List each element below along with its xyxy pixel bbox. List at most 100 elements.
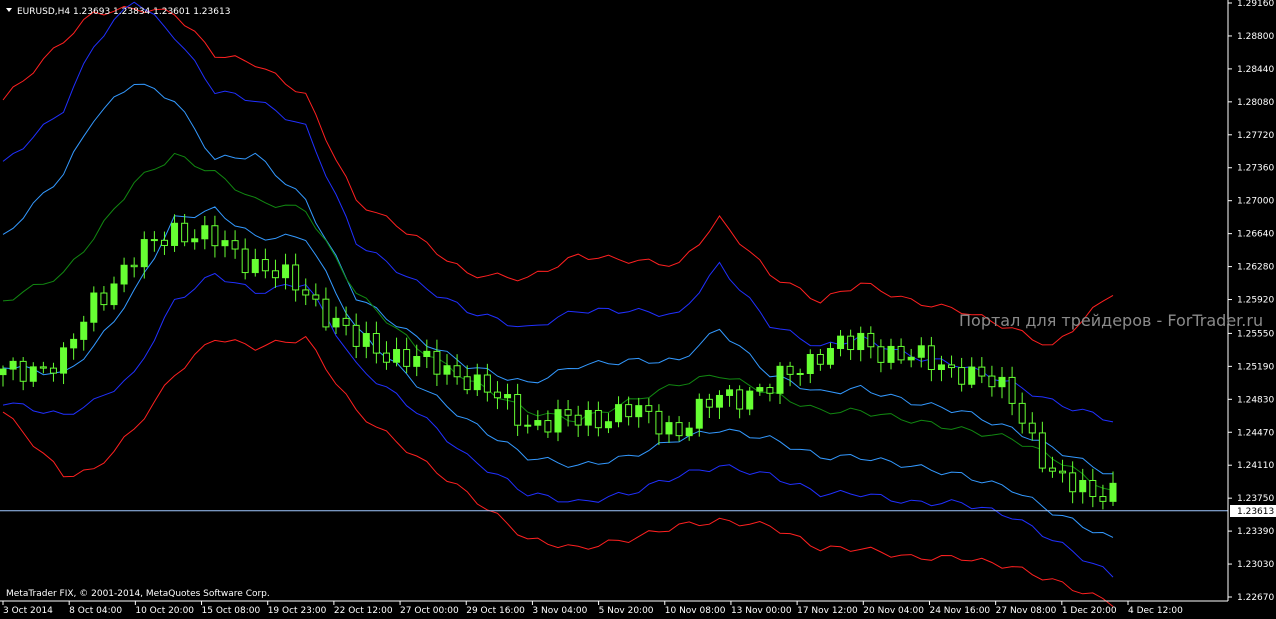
candle <box>271 259 279 288</box>
x-tick-label: 15 Oct 08:00 <box>202 606 261 616</box>
candle <box>847 329 855 360</box>
y-tick-label: 1.24830 <box>1237 395 1274 405</box>
candle <box>332 306 340 335</box>
candle-body <box>403 349 411 367</box>
candle-body <box>342 317 350 326</box>
candle <box>130 257 138 278</box>
candle <box>978 357 986 384</box>
candle <box>191 229 199 250</box>
y-tick-label: 1.27720 <box>1237 131 1274 141</box>
candle <box>665 415 673 443</box>
candle <box>1038 421 1046 473</box>
y-tick-label: 1.23750 <box>1237 494 1274 504</box>
candle <box>1008 366 1016 416</box>
dropdown-arrow-icon[interactable] <box>6 8 12 12</box>
candle <box>948 355 956 378</box>
y-tick-label: 1.23030 <box>1237 560 1274 570</box>
candle <box>231 230 239 259</box>
candle-body <box>322 298 330 328</box>
candle-body <box>120 264 128 285</box>
candle-body <box>756 387 764 392</box>
y-tick-label: 1.24110 <box>1237 461 1274 471</box>
candle-body <box>483 374 491 393</box>
price-chart[interactable]: 1.29160 1.28800 1.28440 1.28080 1.27720 1.273… <box>0 0 1276 619</box>
candle-body <box>352 324 360 347</box>
candle <box>322 287 330 331</box>
candle <box>524 414 532 434</box>
candle <box>382 341 390 370</box>
candle <box>604 413 612 434</box>
candle-body <box>282 264 290 279</box>
candle <box>594 401 602 437</box>
x-tick-label: 3 Nov 04:00 <box>532 606 587 616</box>
candle <box>514 383 522 436</box>
candle <box>110 276 118 310</box>
candle <box>837 329 845 357</box>
candle-body <box>171 222 179 246</box>
candle-body <box>766 387 774 394</box>
candle-body <box>1028 422 1036 434</box>
candle <box>493 381 501 410</box>
candle-body <box>625 404 633 418</box>
x-tick-label: 27 Oct 00:00 <box>400 606 459 616</box>
candle <box>49 362 57 382</box>
candle <box>776 362 784 404</box>
candle-body <box>816 354 824 365</box>
candle <box>70 333 78 360</box>
candle <box>917 337 925 368</box>
time-scale[interactable]: 3 Oct 2014 8 Oct 04:00 10 Oct 20:00 15 Oct … <box>2 601 1183 616</box>
candle <box>100 286 108 311</box>
candle-body <box>604 421 612 429</box>
y-tick-label: 1.29160 <box>1237 0 1274 9</box>
candle <box>302 278 310 306</box>
candle-body <box>80 321 88 340</box>
candle <box>201 215 209 250</box>
candle <box>746 386 754 416</box>
candle-body <box>1059 470 1067 474</box>
candle-body <box>615 404 623 423</box>
candle-body <box>70 338 78 349</box>
x-tick-label: 4 Dec 12:00 <box>1128 606 1183 616</box>
candle <box>988 365 996 397</box>
candle <box>615 396 623 428</box>
candle-body <box>695 398 703 429</box>
candle-body <box>726 389 734 396</box>
candle <box>695 393 703 437</box>
y-tick-label: 1.25190 <box>1237 362 1274 372</box>
candle <box>19 357 27 391</box>
x-tick-label: 13 Nov 00:00 <box>731 606 792 616</box>
candle-body <box>907 356 915 361</box>
candle-body <box>978 366 986 377</box>
candle-body <box>362 333 370 347</box>
x-tick-label: 27 Nov 08:00 <box>996 606 1057 616</box>
candle-body <box>594 409 602 429</box>
x-tick-label: 1 Dec 20:00 <box>1062 606 1117 616</box>
candle-body <box>1008 376 1016 404</box>
y-tick-label: 1.27360 <box>1237 164 1274 174</box>
candle <box>756 383 764 396</box>
candle <box>867 326 875 359</box>
candle-body <box>231 240 239 250</box>
candle <box>39 361 47 374</box>
candle <box>9 357 17 381</box>
candle-body <box>917 345 925 358</box>
candle-body <box>302 289 310 296</box>
candle-body <box>463 376 471 391</box>
candle-body <box>948 364 956 369</box>
candle <box>282 253 290 290</box>
candle <box>60 342 68 385</box>
candle <box>534 410 542 431</box>
candle <box>90 286 98 332</box>
candle <box>1028 412 1036 441</box>
candle <box>362 321 370 359</box>
candle <box>857 326 865 362</box>
candle <box>766 383 774 402</box>
y-tick-label: 1.26280 <box>1237 263 1274 273</box>
candle-body <box>584 409 592 426</box>
envelope-band-line <box>2 5 1114 346</box>
candle-body <box>897 345 905 361</box>
watermark: Портал для трейдеров - ForTrader.ru <box>959 311 1263 330</box>
candle <box>29 362 37 387</box>
candle <box>998 366 1006 399</box>
candle-body <box>201 225 209 240</box>
